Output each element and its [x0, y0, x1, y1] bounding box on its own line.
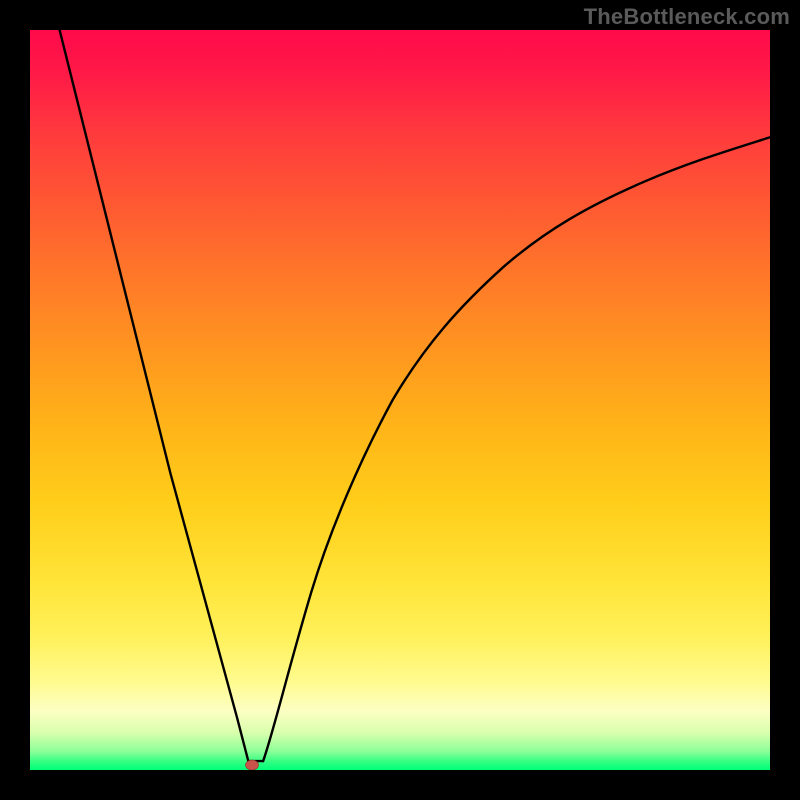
plot-area: [30, 30, 770, 770]
curve-left-branch: [60, 30, 249, 761]
curve-right-branch: [263, 137, 770, 761]
optimal-point-marker: [246, 760, 259, 770]
chart-frame: TheBottleneck.com: [0, 0, 800, 800]
bottleneck-curve-svg: [30, 30, 770, 770]
watermark-text: TheBottleneck.com: [584, 4, 790, 30]
